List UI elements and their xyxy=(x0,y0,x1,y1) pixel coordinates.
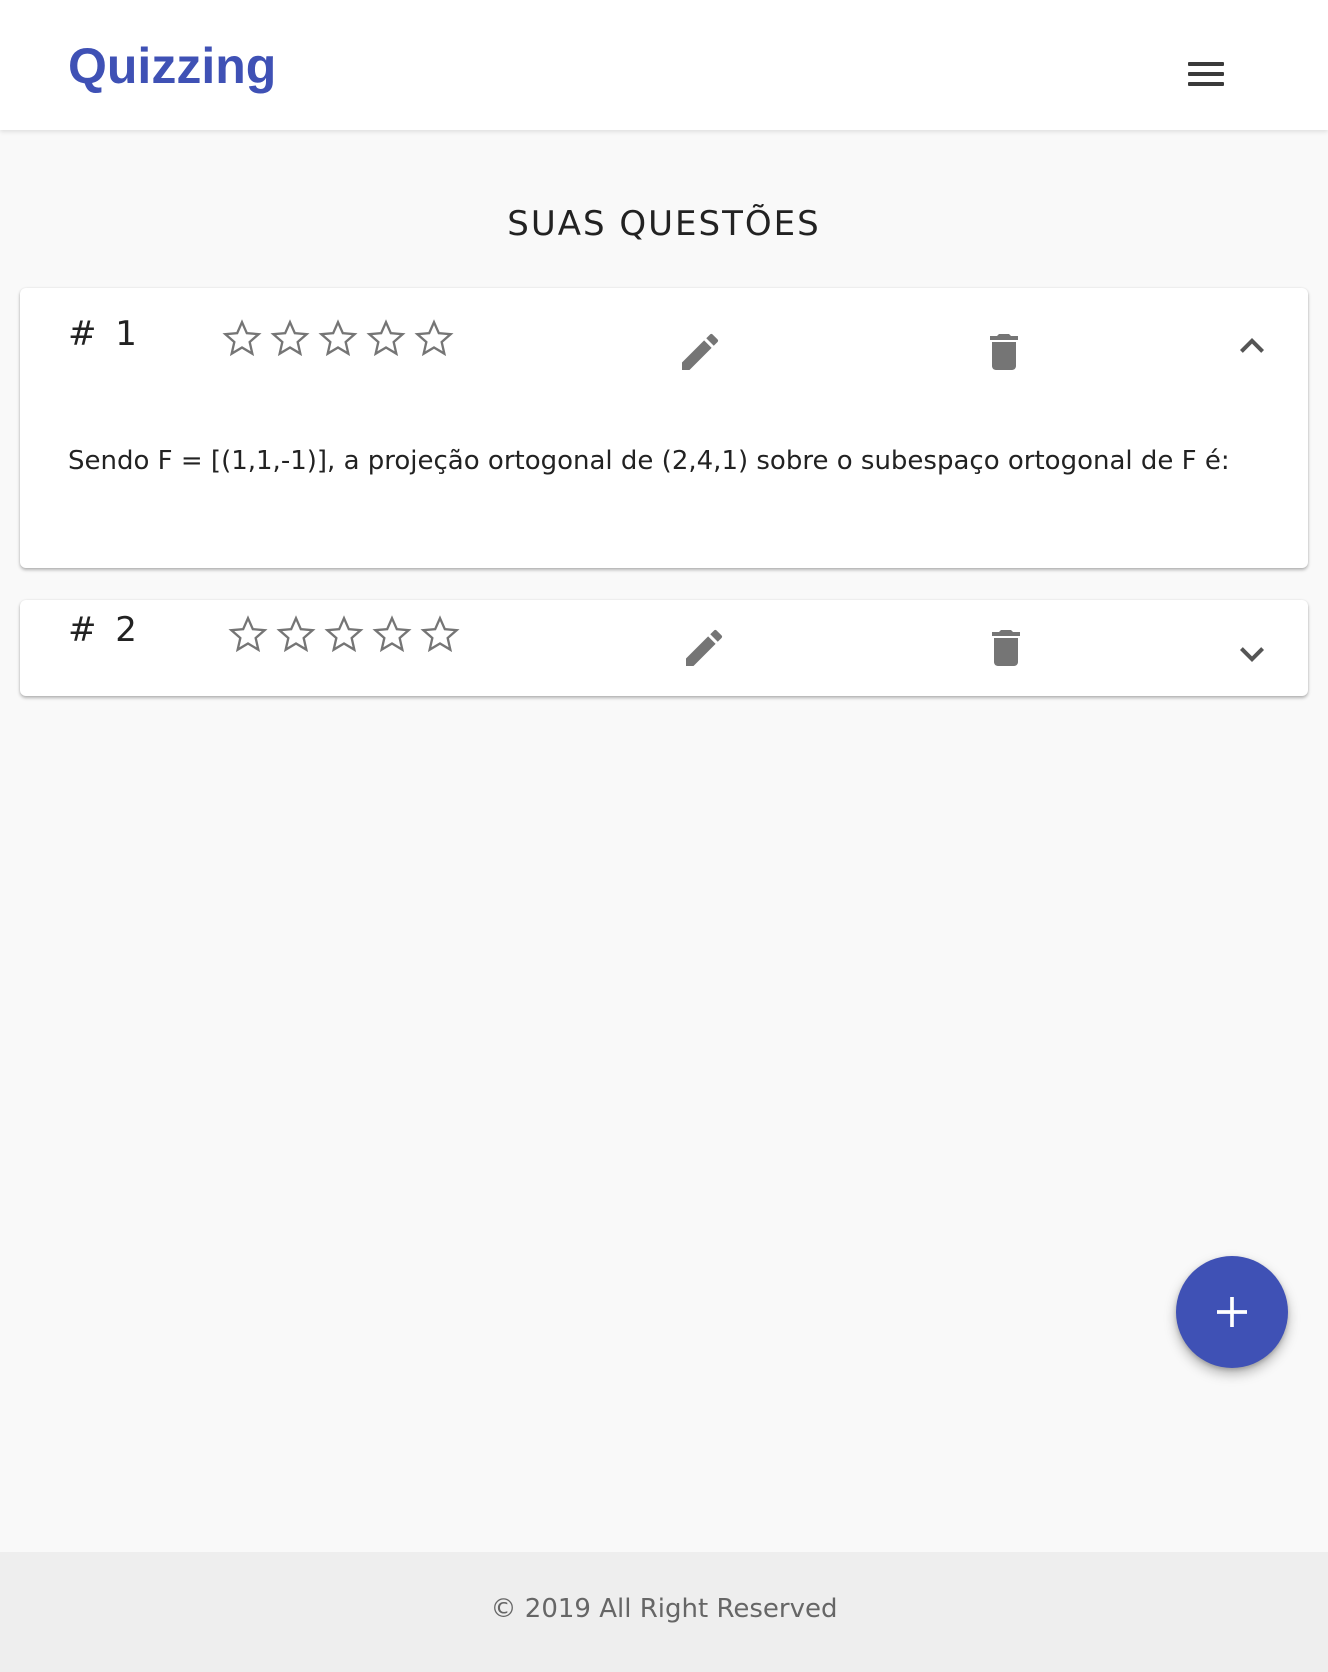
app-root: Quizzing SUAS QUESTÕES # 1 Sendo F = [(1… xyxy=(0,0,1328,1672)
star-icon[interactable] xyxy=(228,614,268,654)
top-app-bar: Quizzing xyxy=(0,0,1328,130)
copyright-text: © 2019 All Right Reserved xyxy=(490,1594,838,1624)
chevron-down-icon xyxy=(1240,647,1264,662)
plus-icon xyxy=(1217,1297,1247,1327)
question-card: # 2 xyxy=(20,600,1308,696)
trash-icon xyxy=(992,630,1020,666)
star-rating xyxy=(222,318,454,358)
star-rating xyxy=(228,614,460,654)
star-icon[interactable] xyxy=(270,318,310,358)
delete-button[interactable] xyxy=(980,328,1028,376)
delete-button[interactable] xyxy=(982,624,1030,672)
star-icon[interactable] xyxy=(324,614,364,654)
question-text: Sendo F = [(1,1,-1)], a projeção ortogon… xyxy=(68,446,1230,476)
star-icon[interactable] xyxy=(372,614,412,654)
pencil-icon xyxy=(682,333,719,370)
hamburger-menu-icon[interactable] xyxy=(1184,56,1228,96)
edit-button[interactable] xyxy=(680,624,728,672)
footer: © 2019 All Right Reserved xyxy=(0,1552,1328,1672)
question-number: # 2 xyxy=(68,610,141,650)
menu-line xyxy=(1188,62,1224,66)
trash-icon xyxy=(990,334,1018,370)
chevron-up-icon xyxy=(1240,338,1264,353)
pencil-icon xyxy=(686,629,723,666)
collapse-button[interactable] xyxy=(1228,322,1276,370)
menu-line xyxy=(1188,82,1224,86)
edit-button[interactable] xyxy=(676,328,724,376)
question-card: # 1 Sendo F = [(1,1,-1)], a projeção ort… xyxy=(20,288,1308,568)
question-number: # 1 xyxy=(68,314,141,354)
add-question-button[interactable] xyxy=(1176,1256,1288,1368)
star-icon[interactable] xyxy=(318,318,358,358)
star-icon[interactable] xyxy=(276,614,316,654)
page-title: SUAS QUESTÕES xyxy=(507,204,821,244)
star-icon[interactable] xyxy=(366,318,406,358)
menu-line xyxy=(1188,72,1224,76)
star-icon[interactable] xyxy=(414,318,454,358)
star-icon[interactable] xyxy=(222,318,262,358)
brand-logo[interactable]: Quizzing xyxy=(68,36,276,96)
star-icon[interactable] xyxy=(420,614,460,654)
expand-button[interactable] xyxy=(1228,630,1276,678)
